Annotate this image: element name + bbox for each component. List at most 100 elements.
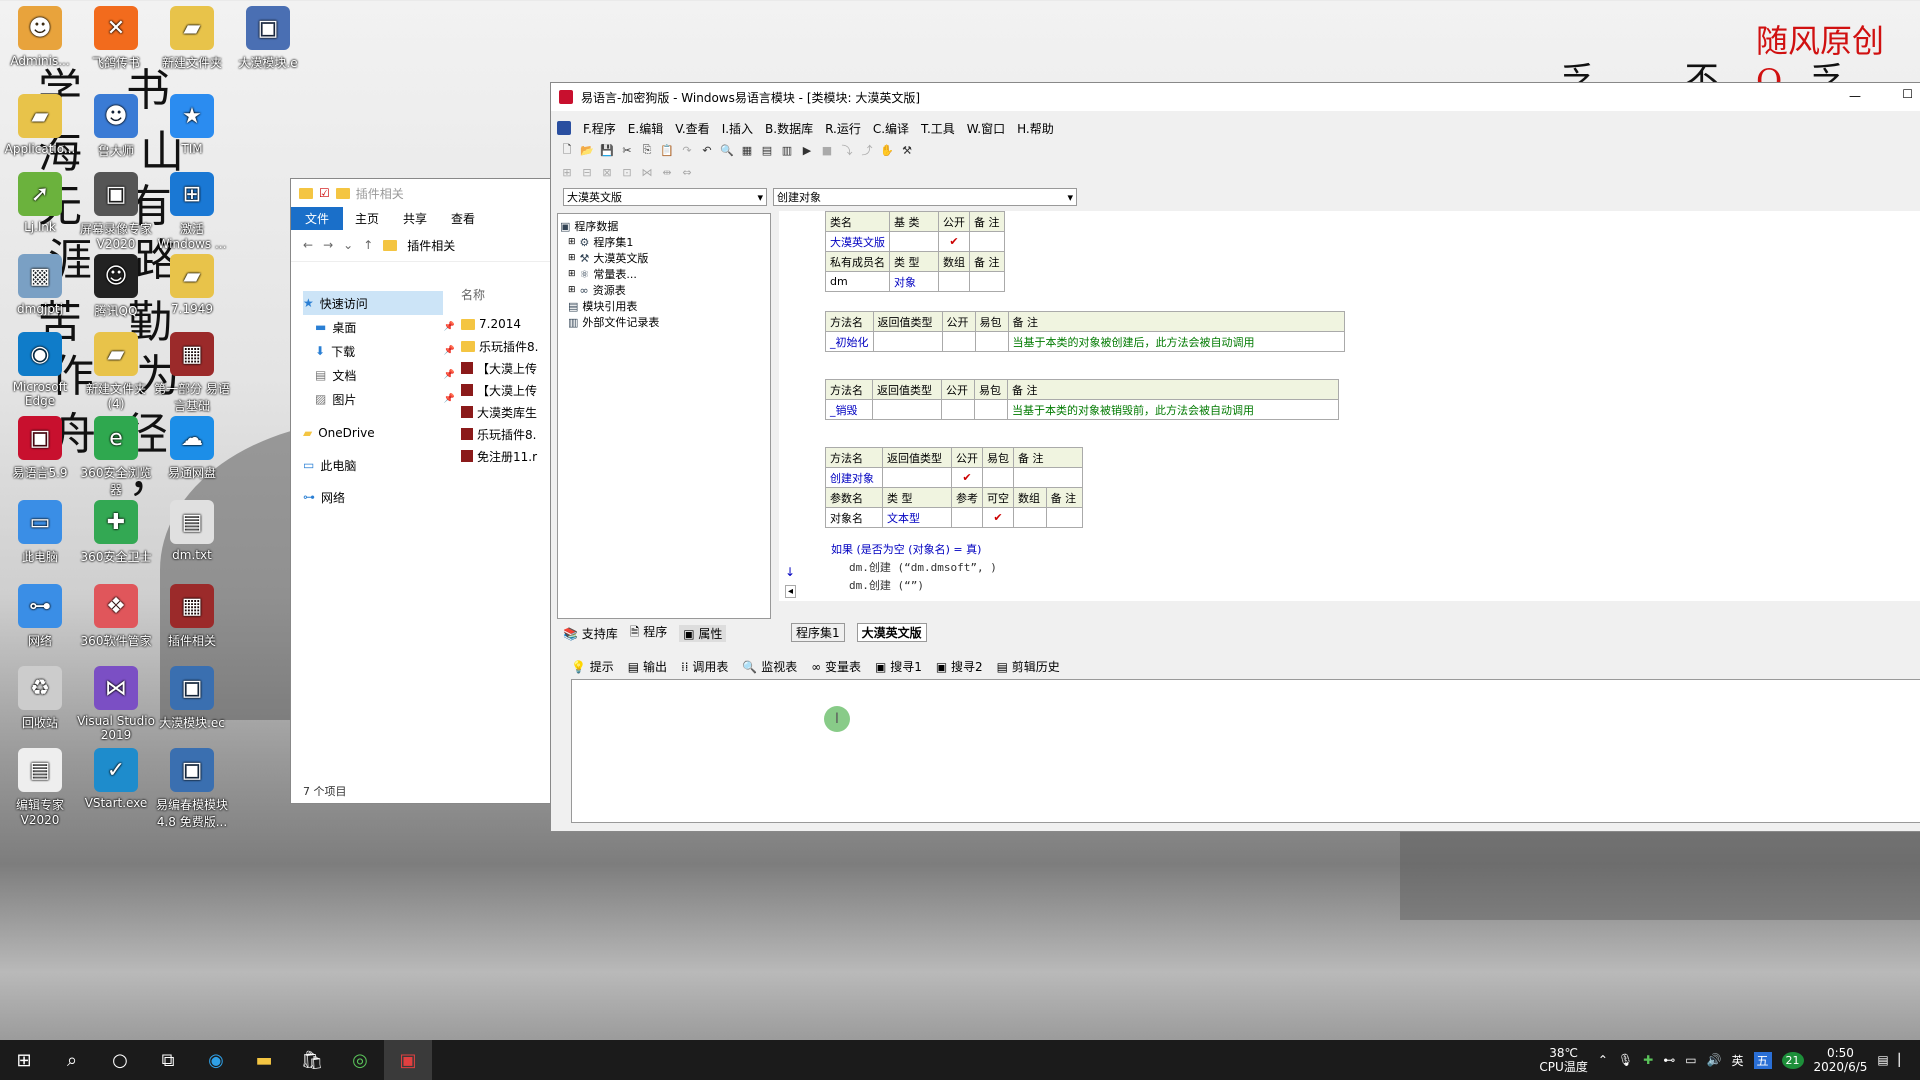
member-name-cell[interactable]: dm (825, 271, 890, 292)
method-destroy-public[interactable] (941, 399, 975, 420)
task-view-icon[interactable]: ⧉ (144, 1040, 192, 1080)
tool-icon[interactable]: ⚒ (899, 142, 915, 158)
cut-icon[interactable]: ✂ (619, 142, 635, 158)
check-icon[interactable]: ☑ (319, 186, 330, 200)
search-icon[interactable]: ⌕ (48, 1040, 96, 1080)
tab-support-lib[interactable]: 📚 支持库 (563, 625, 618, 642)
desktop-icon-module-icon[interactable]: ▣ 易编春模模块 4.8 免费版... (152, 748, 232, 830)
tree-node[interactable]: ▥ 外部文件记录表 (558, 314, 770, 330)
code-line[interactable]: dm.创建 (“dm.dmsoft”, ) (849, 559, 997, 575)
align-bottom-icon[interactable]: ⊡ (619, 164, 635, 180)
align-top-icon[interactable]: ⊠ (599, 164, 615, 180)
editor-tab-assembly[interactable]: 程序集1 (791, 623, 845, 642)
method-select[interactable]: 创建对象 ▾ (773, 188, 1077, 206)
tree-node[interactable]: ⊞ ∞ 资源表 (558, 282, 770, 298)
method-destroy-epackage[interactable] (974, 399, 1008, 420)
menu-item[interactable]: R.运行 (825, 120, 861, 137)
desktop-icon-computer-icon[interactable]: ▭ 此电脑 (0, 500, 80, 565)
paste-icon[interactable]: 📋 (659, 142, 675, 158)
param-type-cell[interactable]: 文本型 (882, 507, 952, 528)
volume-icon[interactable]: 🔊 (1707, 1053, 1722, 1067)
save-icon[interactable]: 💾 (599, 142, 615, 158)
ey-app-icon[interactable]: ▣ (384, 1040, 432, 1080)
code-editor[interactable]: 类名基 类公开备 注 大漠英文版 ✔ 私有成员名类 型数组备 注 dm 对象 方法名… (779, 211, 1920, 601)
ide-window[interactable]: 易语言-加密狗版 - Windows易语言模块 - [类模块: 大漠英文版] —… (550, 82, 1920, 832)
desktop-icon-app-folder-icon[interactable]: ▰ Applicatio... (0, 94, 80, 156)
desktop-icon-vstart-icon[interactable]: ✓ VStart.exe (76, 748, 156, 810)
output-tab[interactable]: ▣ 搜寻2 (936, 658, 983, 675)
member-type-cell[interactable]: 对象 (889, 271, 939, 292)
expand-icon[interactable]: ⊞ (568, 269, 576, 279)
method-create-epackage[interactable] (982, 467, 1014, 488)
nav-item[interactable]: ⬇ 下载 📌 (315, 339, 455, 363)
desktop-icon-user-folder-icon[interactable]: ☻ Adminis... (0, 6, 80, 68)
windows-start-icon[interactable]: ⊞ (0, 1040, 48, 1080)
run-icon[interactable]: ▶ (799, 142, 815, 158)
desktop-icon-dm-icon[interactable]: ▩ dmgjptj (0, 254, 80, 316)
ribbon-tab-view[interactable]: 查看 (439, 210, 487, 227)
redo-icon[interactable]: ↷ (679, 142, 695, 158)
edge-icon[interactable]: ◉ (192, 1040, 240, 1080)
desktop-icon-folder-icon[interactable]: ▰ 新建文件夹 (152, 6, 232, 71)
hand-icon[interactable]: ✋ (879, 142, 895, 158)
find-icon[interactable]: 🔍 (719, 142, 735, 158)
desktop-icon-vs-icon[interactable]: ⋈ Visual Studio 2019 (76, 666, 156, 742)
method-destroy-remark[interactable]: 当基于本类的对象被销毁前，此方法会被自动调用 (1007, 399, 1339, 420)
member-array-cell[interactable] (938, 271, 970, 292)
ribbon-tab-file[interactable]: 文件 (291, 206, 344, 230)
method-init-public[interactable] (941, 331, 976, 352)
dropdown-icon[interactable]: ▾ (757, 191, 763, 204)
public-check[interactable]: ✔ (938, 231, 970, 252)
store-icon[interactable]: 🛍 (288, 1040, 336, 1080)
column-header-name[interactable]: 名称 (461, 283, 551, 305)
desktop-icon-browser360-icon[interactable]: e 360安全浏览器 (76, 416, 156, 498)
desktop-icon-e-file-icon[interactable]: ▣ 大漠模块.e (228, 6, 308, 71)
copy-icon[interactable]: ⎘ (639, 142, 655, 158)
program-tree[interactable]: ▣ 程序数据 ⊞ ⚙ 程序集1 ⊞ ⚒ 大漠英文版 ⊞ ⚛ 常量表... ⊞ ∞ 资源表 ▤ 模块引用表 ▥ 外部… (557, 213, 771, 619)
browser360-icon[interactable]: ◎ (336, 1040, 384, 1080)
pin-icon[interactable]: 📌 (444, 370, 455, 380)
param-array-cell[interactable] (1013, 507, 1047, 528)
nav-item[interactable]: ▨ 图片 📌 (315, 387, 455, 411)
tree-node[interactable]: ⊞ ⚙ 程序集1 (558, 234, 770, 250)
expand-icon[interactable]: ⊞ (568, 237, 576, 247)
align-center-icon[interactable]: ⋈ (639, 164, 655, 180)
file-row[interactable]: 乐玩插件8. (461, 423, 551, 445)
desktop-icon-shortcut-icon[interactable]: ➚ Lj.lnk (0, 172, 80, 234)
clock[interactable]: 0:50 2020/6/5 (1814, 1046, 1868, 1074)
nav-item[interactable]: ▤ 文档 📌 (315, 363, 455, 387)
guard360-icon[interactable]: ✚ (1643, 1053, 1653, 1067)
output-tab[interactable]: ▣ 搜寻1 (875, 658, 922, 675)
expand-icon[interactable]: ⊞ (568, 253, 576, 263)
cpu-temp[interactable]: 38℃ CPU温度 (1539, 1046, 1587, 1074)
output-tab[interactable]: ⁞⁞ 调用表 (681, 658, 728, 675)
class-select[interactable]: 大漠英文版 ▾ (563, 188, 767, 206)
method-create-name[interactable]: 创建对象 (825, 467, 883, 488)
show-desktop-icon[interactable]: ▏ (1899, 1053, 1908, 1067)
up-arrow-icon[interactable]: ↑ (363, 238, 373, 252)
tree-node[interactable]: ▤ 模块引用表 (558, 298, 770, 314)
tree-node[interactable]: ▣ 程序数据 (558, 218, 770, 234)
output-tab[interactable]: 🔍 监视表 (742, 658, 797, 675)
base-class-cell[interactable] (889, 231, 939, 252)
ribbon-tab-share[interactable]: 共享 (391, 210, 439, 227)
open-folder-icon[interactable]: 📂 (579, 142, 595, 158)
editor-tab-class[interactable]: 大漠英文版 (856, 623, 927, 642)
desktop-icon-tim-icon[interactable]: ★ TIM (152, 94, 232, 156)
method-create-remark[interactable] (1013, 467, 1083, 488)
menu-item[interactable]: T.工具 (921, 120, 955, 137)
tree-node[interactable]: ⊞ ⚛ 常量表... (558, 266, 770, 282)
menu-item[interactable]: E.编辑 (628, 120, 663, 137)
method-init-epackage[interactable] (974, 331, 1009, 352)
minimize-icon[interactable]: — (1849, 89, 1861, 103)
expand-icon[interactable]: ⊞ (568, 285, 576, 295)
method-init-return[interactable] (872, 331, 943, 352)
file-row[interactable]: 7.2014 (461, 313, 551, 335)
step-over-icon[interactable]: ⤴ (859, 142, 875, 158)
align-right-icon[interactable]: ⊟ (579, 164, 595, 180)
forward-arrow-icon[interactable]: → (323, 238, 333, 252)
ime-wubi[interactable]: 五 (1753, 1051, 1772, 1069)
chevron-up-icon[interactable]: ⌃ (1598, 1053, 1608, 1067)
remark-cell[interactable] (969, 231, 1005, 252)
pin-icon[interactable]: 📌 (444, 394, 455, 404)
